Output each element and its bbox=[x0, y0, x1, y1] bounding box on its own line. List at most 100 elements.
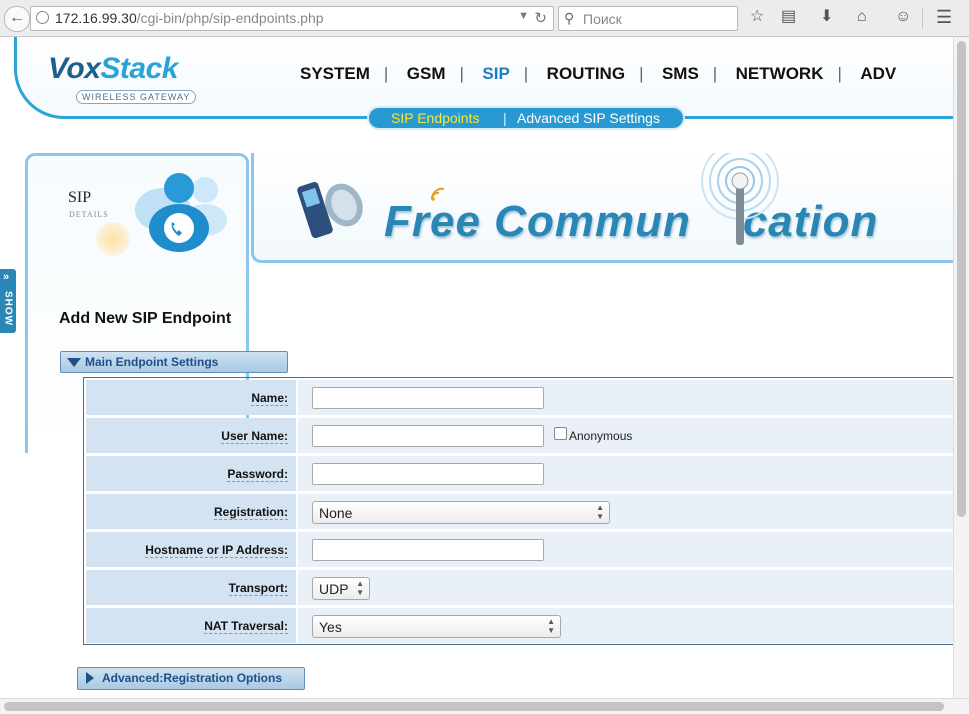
nav-item-gsm[interactable]: GSM bbox=[407, 64, 446, 83]
nav-item-adv[interactable]: ADV bbox=[860, 64, 896, 83]
banner-title: Free Commun cation bbox=[384, 197, 878, 247]
registration-select[interactable]: None ▲ ▼ bbox=[312, 501, 610, 524]
hostname-label: Hostname or IP Address: bbox=[145, 543, 288, 558]
hamburger-menu-icon[interactable]: ☰ bbox=[936, 8, 952, 26]
transport-label: Transport: bbox=[228, 581, 288, 596]
anonymous-checkbox[interactable] bbox=[554, 427, 567, 440]
nav-separator: | bbox=[837, 64, 842, 83]
registration-label: Registration: bbox=[213, 505, 288, 520]
horizontal-scroll-thumb[interactable] bbox=[4, 702, 944, 711]
triangle-right-icon bbox=[86, 672, 94, 684]
nat-traversal-select[interactable]: Yes ▲ ▼ bbox=[312, 615, 561, 638]
logo-part1: Vox bbox=[48, 52, 101, 85]
form-row-password: Password: bbox=[86, 456, 969, 491]
field-value-cell: Anonymous bbox=[298, 418, 969, 453]
field-value-cell: None ▲ ▼ bbox=[298, 494, 969, 529]
panel-title: SIP bbox=[68, 189, 92, 206]
section-label: Advanced:Registration Options bbox=[102, 671, 283, 685]
field-label-cell: Password: bbox=[86, 456, 296, 491]
field-label-cell: Hostname or IP Address: bbox=[86, 532, 296, 567]
nav-item-sms[interactable]: SMS bbox=[662, 64, 699, 83]
form-row-hostname: Hostname or IP Address: bbox=[86, 532, 969, 567]
horizontal-scrollbar[interactable] bbox=[0, 698, 969, 714]
password-label: Password: bbox=[227, 467, 288, 482]
anonymous-label: Anonymous bbox=[569, 429, 633, 443]
main-nav: SYSTEM | GSM | SIP | ROUTING | SMS | NETWORK |… bbox=[300, 64, 896, 86]
field-value-cell bbox=[298, 456, 969, 491]
field-label-cell: NAT Traversal: bbox=[86, 608, 296, 643]
back-arrow-icon[interactable]: ← bbox=[4, 6, 30, 32]
vertical-scroll-thumb[interactable] bbox=[957, 41, 966, 517]
nav-item-routing[interactable]: ROUTING bbox=[547, 64, 625, 83]
bookmark-star-icon[interactable]: ☆ bbox=[750, 8, 764, 26]
field-value-cell: UDP ▲ ▼ bbox=[298, 570, 969, 605]
nav-separator: | bbox=[712, 64, 718, 83]
transport-select[interactable]: UDP ▲ ▼ bbox=[312, 577, 370, 600]
subnav-sip-endpoints[interactable]: SIP Endpoints bbox=[391, 110, 479, 126]
username-input[interactable] bbox=[312, 425, 544, 447]
form-row-name: Name: bbox=[86, 380, 969, 415]
field-label-cell: User Name: bbox=[86, 418, 296, 453]
nav-item-network[interactable]: NETWORK bbox=[736, 64, 824, 83]
subnav-advanced-sip-settings[interactable]: Advanced SIP Settings bbox=[517, 110, 660, 126]
nav-item-system[interactable]: SYSTEM bbox=[300, 64, 370, 83]
page-title: Add New SIP Endpoint bbox=[59, 310, 232, 327]
field-label-cell: Name: bbox=[86, 380, 296, 415]
transport-value: UDP bbox=[319, 581, 349, 597]
nat-value: Yes bbox=[319, 619, 342, 635]
nav-separator: | bbox=[459, 64, 464, 83]
browser-toolbar: ← 172.16.99.30/cgi-bin/php/sip-endpoints… bbox=[0, 0, 969, 37]
nav-separator: | bbox=[383, 64, 389, 83]
field-value-cell bbox=[298, 380, 969, 415]
nat-label: NAT Traversal: bbox=[204, 619, 288, 634]
name-input[interactable] bbox=[312, 387, 544, 409]
chat-icon[interactable]: ☺ bbox=[895, 8, 911, 26]
password-input[interactable] bbox=[312, 463, 544, 485]
home-icon[interactable]: ⌂ bbox=[857, 8, 867, 26]
triangle-down-icon bbox=[67, 358, 81, 367]
field-value-cell: Yes ▲ ▼ bbox=[298, 608, 969, 643]
main-settings-table: Name: User Name: Anonymous Password: Reg… bbox=[83, 377, 969, 645]
nav-separator: | bbox=[523, 64, 529, 83]
form-row-username: User Name: Anonymous bbox=[86, 418, 969, 453]
search-placeholder: Поиск bbox=[583, 11, 622, 27]
section-label: Main Endpoint Settings bbox=[85, 355, 219, 369]
globe-icon bbox=[36, 11, 49, 24]
nav-separator: | bbox=[639, 64, 644, 83]
reload-icon[interactable]: ↻ bbox=[534, 9, 547, 27]
download-icon[interactable]: ⬇ bbox=[820, 8, 833, 26]
logo[interactable]: VoxStack bbox=[48, 52, 178, 86]
username-label: User Name: bbox=[221, 429, 288, 444]
advanced-registration-header[interactable]: Advanced:Registration Options bbox=[77, 667, 305, 690]
search-bar[interactable]: ⚲ Поиск bbox=[558, 6, 738, 31]
url-bar[interactable]: 172.16.99.30/cgi-bin/php/sip-endpoints.p… bbox=[30, 6, 554, 31]
select-arrows-icon: ▲ ▼ bbox=[356, 579, 364, 597]
toolbar-divider bbox=[922, 7, 923, 29]
hostname-input[interactable] bbox=[312, 539, 544, 561]
field-label-cell: Transport: bbox=[86, 570, 296, 605]
show-label: SHOW bbox=[2, 290, 14, 327]
banner-text-part1: Free Commun bbox=[384, 197, 691, 246]
url-text: 172.16.99.30/cgi-bin/php/sip-endpoints.p… bbox=[55, 10, 324, 26]
microphone-signal-icon bbox=[701, 153, 779, 245]
registration-value: None bbox=[319, 505, 353, 521]
name-label: Name: bbox=[251, 391, 288, 406]
vertical-scrollbar[interactable] bbox=[953, 37, 969, 698]
show-sidebar-tab[interactable]: » SHOW bbox=[0, 269, 16, 333]
form-row-registration: Registration: None ▲ ▼ bbox=[86, 494, 969, 529]
nav-item-sip[interactable]: SIP bbox=[482, 64, 509, 83]
form-row-transport: Transport: UDP ▲ ▼ bbox=[86, 570, 969, 605]
sub-nav: SIP Endpoints | Advanced SIP Settings bbox=[367, 106, 685, 130]
panel-subtitle: DETAILS bbox=[69, 210, 109, 219]
reading-list-icon[interactable]: ▤ bbox=[781, 8, 796, 26]
logo-subtitle: WIRELESS GATEWAY bbox=[76, 90, 197, 104]
banner: SIP DETAILS Free Commun cation bbox=[25, 153, 969, 453]
url-dropdown-icon[interactable]: ▼ bbox=[518, 10, 529, 22]
url-path: /cgi-bin/php/sip-endpoints.php bbox=[136, 10, 324, 26]
select-arrows-icon: ▲ ▼ bbox=[596, 503, 604, 521]
people-call-icon bbox=[135, 173, 227, 252]
field-value-cell bbox=[298, 532, 969, 567]
form-row-nat: NAT Traversal: Yes ▲ ▼ bbox=[86, 608, 969, 643]
select-arrows-icon: ▲ ▼ bbox=[547, 617, 555, 635]
main-endpoint-settings-header[interactable]: Main Endpoint Settings bbox=[60, 351, 288, 373]
